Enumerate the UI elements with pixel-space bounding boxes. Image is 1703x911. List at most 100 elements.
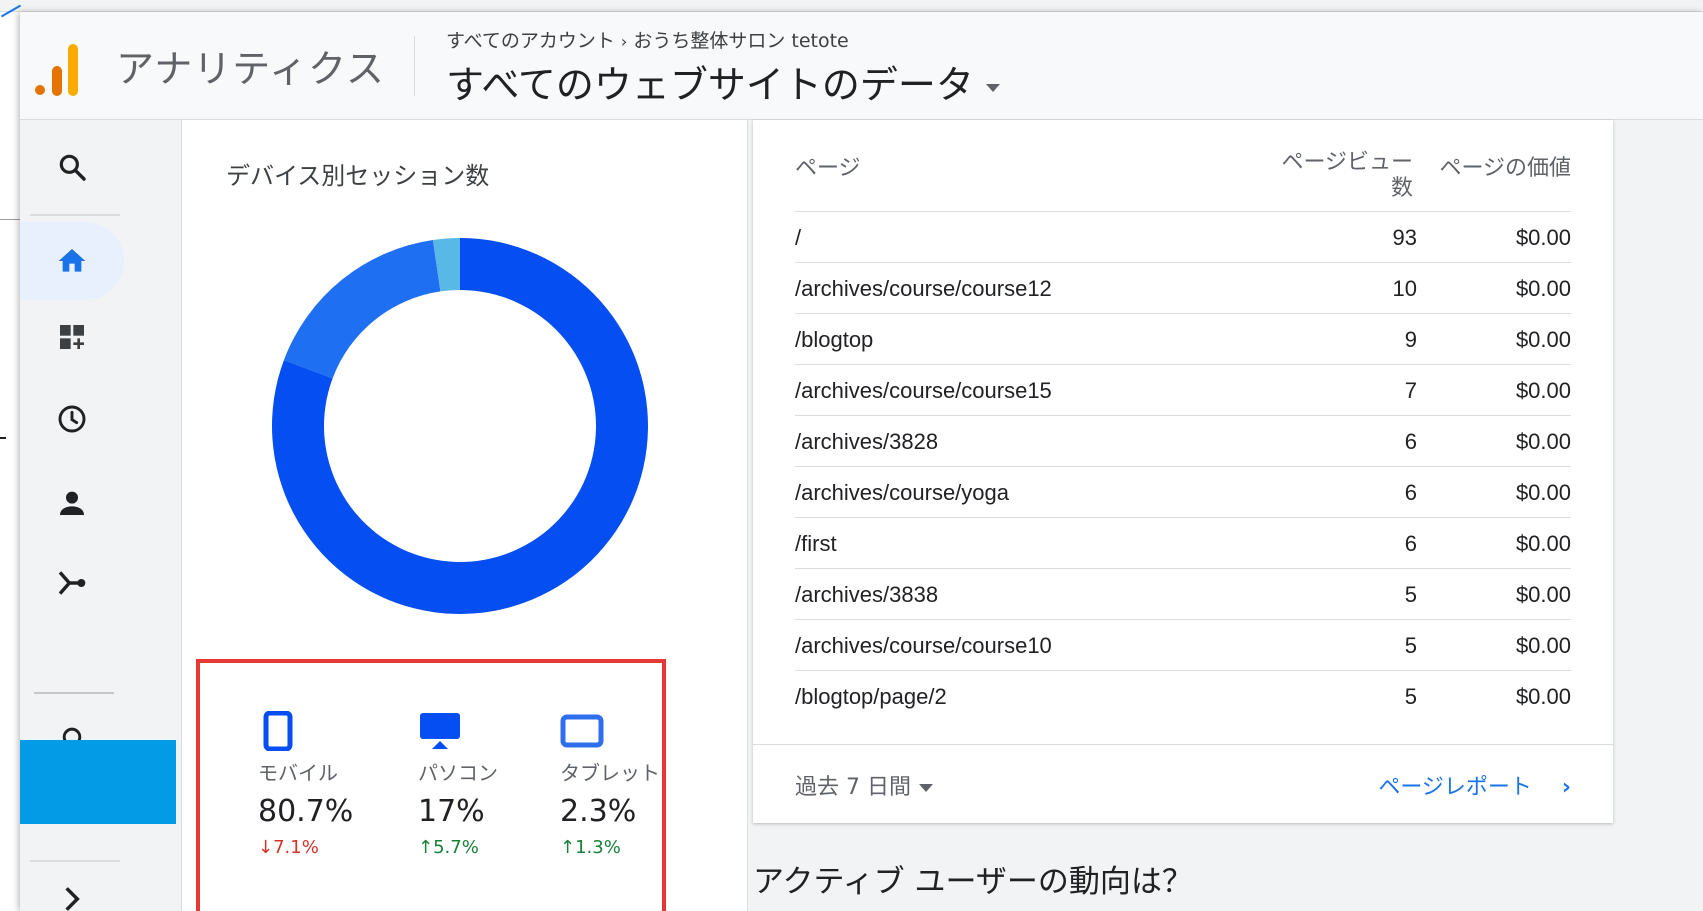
caret-down-icon[interactable] [918, 784, 933, 792]
header-divider [414, 36, 415, 96]
device-change-value: 1.3% [575, 837, 621, 858]
tablet-icon [560, 714, 604, 748]
view-title[interactable]: すべてのウェブサイトのデータ [446, 63, 974, 107]
analytics-window: アナリティクス すべてのアカウント › おうち整体サロン tetote すべてのウェ… [20, 12, 1703, 911]
table-row[interactable]: /archives/course/yoga 6 $0.00 [795, 467, 1571, 518]
page-value: $0.00 [1515, 633, 1571, 658]
right-content: ページ ページビュー数 ページの価値 / 93 $0.00/archives/cou… [749, 120, 1703, 911]
page-path[interactable]: /archives/course/yoga [795, 480, 1009, 506]
pageviews-value: 6 [1404, 531, 1417, 556]
chevron-right-icon [65, 887, 80, 911]
device-tablet: タブレット 2.3% ↑1.3% [560, 711, 710, 858]
pageviews-value: 5 [1404, 633, 1417, 658]
section-title: アクティブ ユーザーの動向は？ [753, 864, 1193, 900]
device-donut-chart[interactable] [270, 236, 650, 616]
column-header-pageviews: ページビュー数 [1281, 150, 1413, 201]
page-value: $0.00 [1515, 684, 1571, 709]
page-value: $0.00 [1515, 327, 1571, 352]
pageviews-value: 7 [1404, 378, 1417, 403]
nav-divider [30, 214, 120, 216]
page-value: $0.00 [1515, 429, 1571, 454]
table-header: ページ ページビュー数 ページの価値 [795, 120, 1571, 212]
page-value: $0.00 [1515, 582, 1571, 607]
background-dash [0, 437, 6, 439]
app-header: アナリティクス すべてのアカウント › おうち整体サロン tetote すべてのウェ… [20, 12, 1703, 120]
arrow-down-icon: ↓ [258, 837, 274, 858]
page-value: $0.00 [1515, 531, 1571, 556]
device-percent: 2.3% [560, 794, 637, 829]
device-change: ↑1.3% [560, 837, 710, 858]
chevron-right-icon: › [620, 32, 628, 51]
caret-down-icon[interactable] [985, 83, 1000, 92]
pageviews-value: 6 [1404, 429, 1417, 454]
table-row[interactable]: /archives/3838 5 $0.00 [795, 569, 1571, 620]
page-value: $0.00 [1515, 480, 1571, 505]
device-change: ↑5.7% [418, 837, 568, 858]
breadcrumb[interactable]: すべてのアカウント › おうち整体サロン tetote [446, 26, 849, 53]
table-row[interactable]: / 93 $0.00 [795, 212, 1571, 263]
overlay-blue-bar [20, 740, 176, 824]
device-label: タブレット [560, 761, 660, 785]
nav-divider [34, 692, 114, 694]
page-path[interactable]: /archives/course/course10 [795, 633, 1052, 659]
pageviews-value: 5 [1404, 582, 1417, 607]
table-row[interactable]: /blogtop/page/2 5 $0.00 [795, 671, 1571, 722]
page-path[interactable]: /archives/3828 [795, 429, 938, 455]
page-path[interactable]: /blogtop [795, 327, 873, 353]
chevron-right-icon[interactable]: › [1562, 775, 1571, 800]
pageviews-value: 6 [1404, 480, 1417, 505]
breadcrumb-account[interactable]: すべてのアカウント [446, 30, 615, 52]
device-percent: 80.7% [258, 794, 354, 829]
device-change: ↓7.1% [258, 837, 408, 858]
date-range-selector[interactable]: 過去 7 日間 [795, 769, 933, 801]
desktop-icon [420, 713, 460, 749]
page-path[interactable]: /archives/course/course15 [795, 378, 1052, 404]
page-path[interactable]: /first [795, 531, 837, 557]
table-row[interactable]: /first 6 $0.00 [795, 518, 1571, 569]
table-row[interactable]: /archives/3828 6 $0.00 [795, 416, 1571, 467]
nav-realtime-button[interactable] [20, 380, 124, 458]
pageviews-value: 93 [1392, 225, 1417, 250]
breadcrumb-property[interactable]: おうち整体サロン tetote [633, 30, 848, 52]
nav-audience-button[interactable] [20, 464, 124, 542]
pages-report-link[interactable]: ページレポート › [1378, 769, 1571, 801]
table-row[interactable]: /archives/course/course12 10 $0.00 [795, 263, 1571, 314]
device-label: モバイル [258, 761, 338, 785]
product-name: アナリティクス [116, 47, 385, 91]
page-value: $0.00 [1515, 225, 1571, 250]
table-row[interactable]: /blogtop 9 $0.00 [795, 314, 1571, 365]
nav-acquisition-button[interactable] [20, 544, 124, 622]
page-path[interactable]: /blogtop/page/2 [795, 684, 947, 710]
pageviews-value: 10 [1392, 276, 1417, 301]
nav-search-button[interactable] [20, 128, 124, 206]
column-header-page-value: ページの価値 [1439, 156, 1571, 181]
page-path[interactable]: / [795, 225, 801, 251]
page-value: $0.00 [1515, 378, 1571, 403]
nav-customization-button[interactable] [20, 298, 124, 376]
clock-icon [58, 405, 86, 433]
device-card-title: デバイス別セッション数 [226, 162, 490, 190]
page-value: $0.00 [1515, 276, 1571, 301]
view-selector[interactable]: すべてのウェブサイトのデータ [446, 54, 1000, 109]
search-icon [59, 154, 86, 181]
device-change-value: 5.7% [433, 837, 479, 858]
nav-expand-button[interactable] [20, 860, 124, 911]
top-pages-table: ページ ページビュー数 ページの価値 / 93 $0.00/archives/cou… [795, 120, 1571, 722]
pageviews-value: 9 [1404, 327, 1417, 352]
nav-home-button[interactable] [20, 222, 124, 300]
page-path[interactable]: /archives/3838 [795, 582, 938, 608]
arrow-up-icon: ↑ [418, 837, 434, 858]
table-body: / 93 $0.00/archives/course/course12 10 $0.00… [795, 212, 1571, 722]
page-path[interactable]: /archives/course/course12 [795, 276, 1052, 302]
report-link-label[interactable]: ページレポート [1378, 775, 1532, 800]
donut-slice[interactable] [283, 239, 441, 379]
table-row[interactable]: /archives/course/course15 7 $0.00 [795, 365, 1571, 416]
column-header-page: ページ [795, 156, 861, 181]
date-range-label[interactable]: 過去 7 日間 [795, 775, 911, 800]
device-desktop: パソコン 17% ↑5.7% [418, 711, 568, 858]
background-window-fragment [0, 12, 20, 220]
smartphone-icon [263, 710, 293, 752]
device-change-value: 7.1% [273, 837, 319, 858]
card-footer: 過去 7 日間 ページレポート › [753, 744, 1613, 823]
table-row[interactable]: /archives/course/course10 5 $0.00 [795, 620, 1571, 671]
